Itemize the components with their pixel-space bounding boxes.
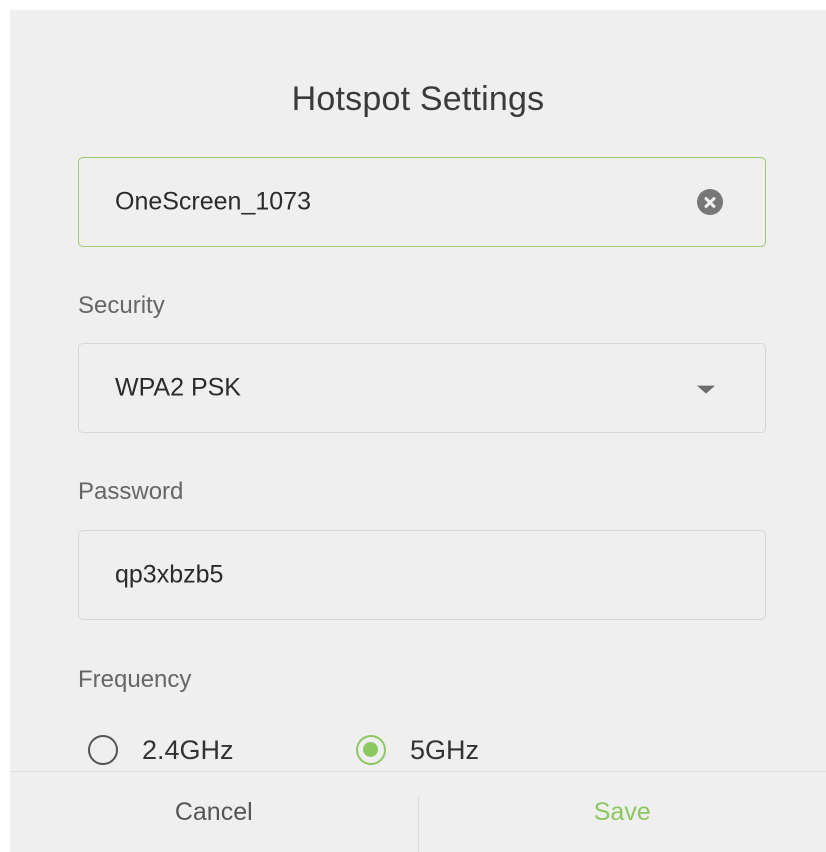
radio-checked-icon[interactable] xyxy=(356,735,386,765)
security-select[interactable]: WPA2 PSK xyxy=(78,343,766,433)
dialog-button-bar: Cancel Save xyxy=(10,772,826,852)
frequency-option-label: 2.4GHz xyxy=(142,734,234,765)
security-selected-value: WPA2 PSK xyxy=(115,373,241,402)
frequency-option-2-4ghz[interactable]: 2.4GHz xyxy=(88,732,234,768)
password-value: qp3xbzb5 xyxy=(115,560,224,589)
dialog-title: Hotspot Settings xyxy=(291,80,545,118)
ssid-value: OneScreen_1073 xyxy=(115,187,311,216)
security-label: Security xyxy=(78,292,165,319)
clear-icon[interactable] xyxy=(697,189,723,215)
frequency-label: Frequency xyxy=(78,666,192,693)
frequency-option-5ghz[interactable]: 5GHz xyxy=(356,732,479,768)
cancel-button[interactable]: Cancel xyxy=(10,772,418,852)
chevron-down-icon xyxy=(697,385,715,394)
ssid-input[interactable]: OneScreen_1073 xyxy=(78,157,766,247)
save-button[interactable]: Save xyxy=(419,772,826,852)
frequency-option-label: 5GHz xyxy=(410,734,480,765)
radio-unchecked-icon[interactable] xyxy=(88,735,118,765)
hotspot-settings-dialog: Hotspot Settings OneScreen_1073 Security… xyxy=(10,10,826,852)
password-input[interactable]: qp3xbzb5 xyxy=(78,530,766,620)
password-label: Password xyxy=(78,478,184,505)
